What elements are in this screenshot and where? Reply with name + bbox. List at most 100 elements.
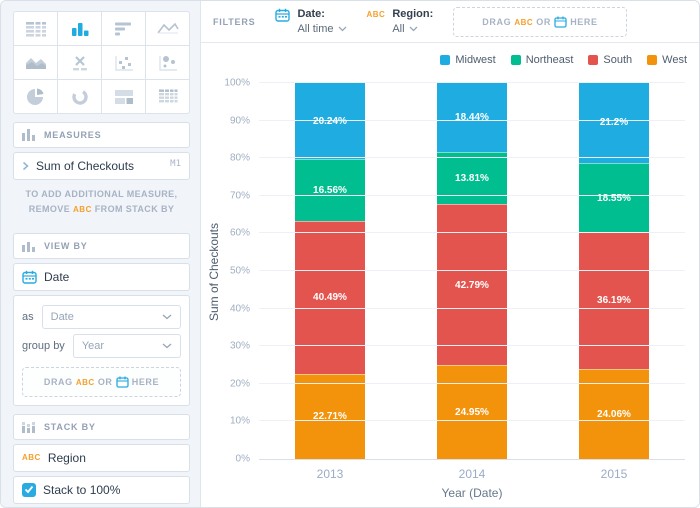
abc-token: ABC	[75, 377, 95, 387]
chart-type-pie[interactable]	[14, 80, 57, 113]
chart-type-area[interactable]	[14, 46, 57, 79]
measures-section-header[interactable]: MEASURES	[13, 122, 190, 148]
chart-type-donut[interactable]	[58, 80, 101, 113]
y-tick-label: 60%	[229, 227, 250, 239]
legend-item-midwest[interactable]: Midwest	[440, 54, 496, 66]
legend-swatch	[647, 55, 658, 65]
hint-remove: REMOVE	[28, 204, 71, 215]
gridline	[259, 345, 685, 347]
stack-by-field[interactable]: ABC Region	[13, 443, 190, 472]
x-tick-label: 2014	[458, 467, 486, 481]
gridline	[259, 307, 685, 309]
donut-chart-icon	[71, 88, 88, 105]
bar-segment-south[interactable]: 42.79%	[437, 204, 507, 366]
chevron-right-icon	[23, 161, 29, 171]
chart-type-treemap[interactable]	[102, 80, 145, 113]
legend: Midwest Northeast South West	[440, 54, 687, 66]
gridline	[259, 382, 685, 384]
segment-value-label: 20.24%	[313, 115, 347, 127]
chart-area: Midwest Northeast South West Sum of Checkou…	[201, 43, 699, 507]
legend-item-south[interactable]: South	[588, 54, 632, 66]
chart-type-bubble[interactable]	[146, 46, 189, 79]
legend-label: South	[603, 54, 633, 66]
bar-segment-south[interactable]: 40.49%	[295, 221, 365, 374]
bar-chart-icon	[71, 22, 88, 36]
stack-by-section-header[interactable]: STACK BY	[13, 413, 190, 440]
legend-item-west[interactable]: West	[647, 54, 687, 66]
stack-to-100-label: Stack to 100%	[43, 482, 121, 497]
date-filter-name: Date:	[297, 7, 325, 20]
measure-badge: M1	[170, 159, 181, 169]
filters-drop-zone[interactable]: DRAG ABC OR HERE	[453, 6, 627, 37]
bars-container: 20.24% 16.56% 40.49% 22.71% 18.44% 13.81% 42.7…	[259, 83, 685, 459]
scatter-plot-icon	[114, 55, 133, 71]
treemap-icon	[114, 89, 133, 104]
filters-bar: FILTERS Date: All time ABC Region: All D…	[201, 1, 699, 43]
drop-here-text: HERE	[570, 16, 598, 27]
stacked-bar-2014[interactable]: 18.44% 13.81% 42.79% 24.95%	[437, 83, 507, 459]
chevron-down-icon	[162, 314, 172, 320]
chart-type-line[interactable]	[146, 12, 189, 45]
bar-segment-west[interactable]: 24.95%	[437, 365, 507, 459]
measure-item[interactable]: Sum of Checkouts M1	[13, 152, 190, 180]
chart-type-bars-selected[interactable]	[58, 12, 101, 45]
y-tick-label: 80%	[229, 152, 250, 164]
bar-segment-west[interactable]: 22.71%	[295, 373, 365, 459]
as-select[interactable]: Date	[41, 304, 181, 329]
date-filter[interactable]: Date: All time	[275, 7, 346, 37]
chart-type-horizontal-bars[interactable]	[102, 12, 145, 45]
chart-type-table[interactable]	[14, 12, 57, 45]
hint-line1: TO ADD ADDITIONAL MEASURE,	[25, 189, 178, 199]
view-by-drop-zone[interactable]: DRAG ABC OR HERE	[22, 366, 181, 397]
chevron-down-icon	[338, 26, 346, 32]
chart-type-pivot-table[interactable]	[146, 80, 189, 113]
chevron-down-icon	[162, 343, 172, 349]
chevron-down-icon	[409, 26, 418, 32]
y-axis-title-wrap: Sum of Checkouts	[207, 83, 221, 460]
segment-value-label: 13.81%	[455, 173, 489, 185]
region-filter[interactable]: ABC Region: All	[367, 7, 434, 37]
segment-value-label: 18.44%	[455, 112, 489, 124]
stack-to-100-checkbox[interactable]	[22, 482, 36, 497]
sidebar: MEASURES Sum of Checkouts M1 TO ADD ADDI…	[1, 1, 201, 507]
chart-type-x[interactable]	[58, 46, 101, 79]
stacked-bar-2015[interactable]: 21.2% 18.55% 36.19% 24.06%	[579, 83, 649, 459]
bar-segment-midwest[interactable]: 21.2%	[579, 83, 649, 163]
y-tick-label: 50%	[229, 265, 250, 277]
y-tick-label: 0%	[235, 453, 250, 465]
chart-type-scatter[interactable]	[102, 46, 145, 79]
bar-segment-northeast[interactable]: 13.81%	[437, 152, 507, 205]
drop-or-text: OR	[536, 16, 551, 27]
gridline	[259, 194, 685, 196]
gridline	[259, 232, 685, 234]
bar-segment-northeast[interactable]: 18.55%	[579, 162, 649, 233]
y-tick-label: 90%	[229, 115, 250, 127]
view-by-field-label: Date	[44, 269, 70, 284]
drop-here-text: HERE	[131, 376, 160, 387]
bar-segment-midwest[interactable]: 20.24%	[295, 83, 365, 160]
bar-segment-midwest[interactable]: 18.44%	[437, 83, 507, 153]
view-by-field[interactable]: Date	[13, 262, 190, 291]
y-tick-label: 40%	[229, 303, 250, 315]
legend-label: Midwest	[455, 54, 496, 66]
legend-item-northeast[interactable]: Northeast	[510, 54, 574, 66]
bar-segment-northeast[interactable]: 16.56%	[295, 159, 365, 222]
segment-value-label: 42.79%	[455, 279, 489, 291]
group-by-select[interactable]: Year	[72, 333, 181, 358]
gridline	[259, 82, 685, 83]
legend-label: Northeast	[525, 54, 574, 66]
legend-swatch	[588, 55, 599, 65]
stacked-bar-2013[interactable]: 20.24% 16.56% 40.49% 22.71%	[295, 83, 365, 459]
view-by-section-header[interactable]: VIEW BY	[13, 232, 190, 259]
bar-slot: 21.2% 18.55% 36.19% 24.06%	[543, 83, 685, 459]
abc-token: ABC	[73, 205, 92, 215]
calendar-icon	[275, 8, 291, 22]
legend-swatch	[440, 55, 451, 65]
x-axis-icon	[72, 55, 87, 70]
plot: 20.24% 16.56% 40.49% 22.71% 18.44% 13.81% 42.7…	[224, 78, 685, 500]
measures-hint: TO ADD ADDITIONAL MEASURE, REMOVE ABC FR…	[13, 180, 190, 227]
bar-segment-south[interactable]: 36.19%	[579, 232, 649, 369]
segment-value-label: 24.06%	[597, 408, 631, 420]
calendar-icon	[22, 270, 37, 284]
abc-token: ABC	[514, 17, 534, 27]
